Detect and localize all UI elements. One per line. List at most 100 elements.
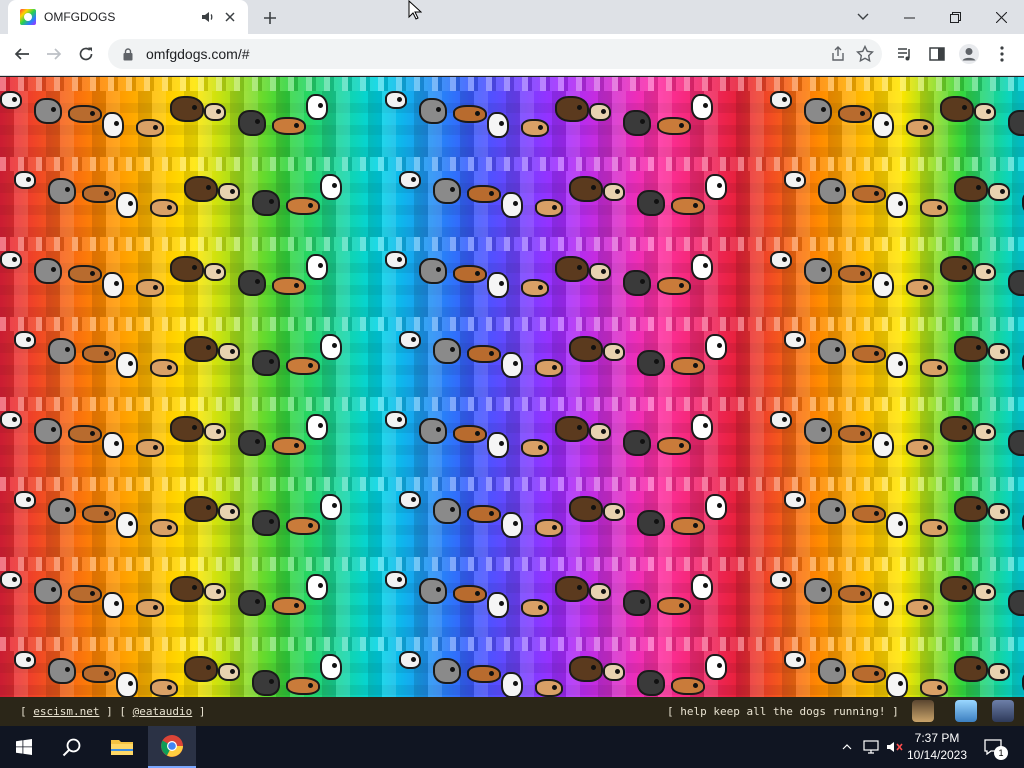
running-dog-sprite: [218, 183, 240, 201]
running-dog-sprite: [521, 439, 549, 457]
running-dog-sprite: [501, 352, 523, 378]
file-explorer-button[interactable]: [98, 726, 146, 768]
running-dog-sprite: [48, 178, 76, 204]
side-panel-button[interactable]: [922, 39, 952, 69]
running-dog-sprite: [467, 665, 501, 683]
escism-link[interactable]: escism.net: [33, 705, 99, 718]
media-control-icon: [898, 48, 910, 61]
running-dog-sprite: [399, 331, 421, 349]
dog-pattern-row: [0, 317, 1024, 397]
share-icon[interactable]: [830, 46, 846, 62]
close-icon: [995, 11, 1007, 23]
running-dog-sprite: [784, 331, 806, 349]
running-dog-sprite: [399, 171, 421, 189]
minimize-button[interactable]: [886, 0, 932, 34]
media-control-button[interactable]: [890, 39, 920, 69]
running-dog-sprite: [705, 494, 727, 520]
creature-icon[interactable]: [992, 700, 1014, 722]
start-button[interactable]: [0, 726, 48, 768]
running-dog-sprite: [487, 112, 509, 138]
running-dog-sprite: [385, 251, 407, 269]
close-tab-icon[interactable]: [222, 9, 238, 25]
running-dog-sprite: [555, 416, 589, 442]
volume-button[interactable]: [884, 726, 906, 768]
running-dog-sprite: [691, 254, 713, 280]
forward-button[interactable]: [39, 39, 69, 69]
network-button[interactable]: [860, 726, 882, 768]
running-dog-sprite: [204, 263, 226, 281]
donate-text[interactable]: [ help keep all the dogs running! ]: [667, 705, 899, 718]
running-dog-sprite: [974, 583, 996, 601]
running-dog-sprite: [419, 578, 447, 604]
running-dog-sprite: [872, 592, 894, 618]
running-dog-sprite: [48, 338, 76, 364]
windows-start-icon: [16, 739, 32, 755]
running-dog-sprite: [433, 338, 461, 364]
running-dog-sprite: [320, 174, 342, 200]
running-dog-sprite: [501, 672, 523, 697]
running-dog-sprite: [238, 430, 266, 456]
chrome-taskbar-button[interactable]: [148, 726, 196, 768]
address-bar[interactable]: omfgdogs.com/#: [108, 39, 882, 69]
running-dog-sprite: [637, 190, 665, 216]
running-dog-sprite: [804, 418, 832, 444]
star-icon[interactable]: [856, 45, 874, 63]
running-dog-sprite: [818, 498, 846, 524]
running-dog-sprite: [48, 658, 76, 684]
browser-tab[interactable]: OMFGDOGS: [8, 0, 248, 34]
running-dog-sprite: [204, 583, 226, 601]
running-dog-sprite: [170, 416, 204, 442]
taskbar-clock[interactable]: 7:37 PM 10/14/2023: [904, 730, 970, 764]
running-dog-sprite: [116, 192, 138, 218]
running-dog-sprite: [1008, 270, 1024, 296]
restore-icon: [949, 11, 961, 23]
running-dog-sprite: [204, 423, 226, 441]
running-dog-sprite: [102, 112, 124, 138]
profile-button[interactable]: [954, 39, 984, 69]
running-dog-sprite: [705, 654, 727, 680]
running-dog-sprite: [184, 176, 218, 202]
reload-button[interactable]: [71, 39, 101, 69]
taskbar: 7:37 PM 10/14/2023 1: [0, 726, 1024, 768]
running-dog-sprite: [818, 178, 846, 204]
notification-center-button[interactable]: 1: [980, 734, 1008, 760]
running-dog-sprite: [589, 263, 611, 281]
back-button[interactable]: [7, 39, 37, 69]
speaker-icon[interactable]: [200, 9, 216, 25]
close-window-button[interactable]: [978, 0, 1024, 34]
running-dog-sprite: [170, 256, 204, 282]
running-dog-sprite: [818, 658, 846, 684]
footer-links: [ escism.net ] [ @eataudio ]: [20, 705, 205, 718]
url-text[interactable]: omfgdogs.com/#: [146, 46, 250, 62]
running-dog-sprite: [82, 505, 116, 523]
running-dog-sprite: [150, 679, 178, 697]
file-explorer-icon: [111, 740, 133, 755]
running-dog-sprite: [671, 357, 705, 375]
running-dog-sprite: [1008, 110, 1024, 136]
running-dog-sprite: [204, 103, 226, 121]
running-dog-sprite: [770, 411, 792, 429]
dog-icon[interactable]: [912, 700, 934, 722]
running-dog-sprite: [272, 277, 306, 295]
tab-search-button[interactable]: [840, 0, 886, 34]
browser-menu-button[interactable]: [987, 39, 1017, 69]
eataudio-link[interactable]: @eataudio: [133, 705, 193, 718]
running-dog-sprite: [637, 670, 665, 696]
running-dog-sprite: [671, 677, 705, 695]
running-dog-sprite: [218, 663, 240, 681]
running-dog-sprite: [150, 359, 178, 377]
running-dog-sprite: [852, 185, 886, 203]
dog-pattern-row: [0, 637, 1024, 697]
running-dog-sprite: [453, 265, 487, 283]
search-button[interactable]: [48, 726, 96, 768]
running-dog-sprite: [818, 338, 846, 364]
running-dog-sprite: [535, 199, 563, 217]
lock-icon[interactable]: [120, 46, 136, 62]
running-dog-sprite: [920, 679, 948, 697]
new-tab-button[interactable]: [258, 6, 282, 30]
running-dog-sprite: [102, 272, 124, 298]
running-dog-sprite: [150, 199, 178, 217]
show-hidden-icons-button[interactable]: [838, 726, 856, 768]
character-icon[interactable]: [955, 700, 977, 722]
restore-button[interactable]: [932, 0, 978, 34]
